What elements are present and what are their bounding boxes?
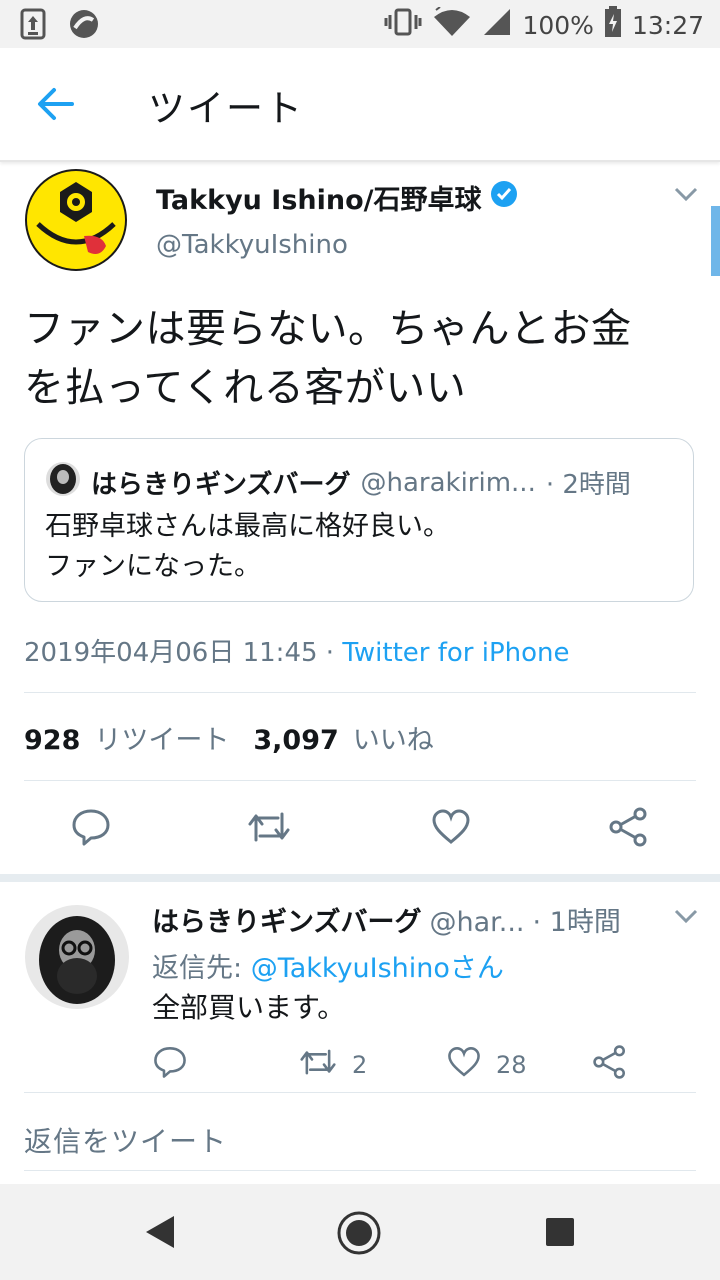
like-heart-icon[interactable] [430,806,472,852]
quoted-avatar [45,461,81,504]
divider [24,692,696,693]
reply-to: 返信先: @TakkyuIshinoさん [152,946,504,985]
retweet-icon[interactable] [298,1044,338,1086]
reply-to-mention[interactable]: @TakkyuIshinoさん [251,953,504,984]
chevron-down-icon[interactable] [672,184,700,208]
source-link[interactable]: Twitter for iPhone [342,638,569,668]
app-header: ツイート [0,48,720,162]
tweet-timestamp: 2019年04月06日 11:45 · Twitter for iPhone [24,632,570,669]
battery-icon [604,6,622,44]
reply-to-prefix: 返信先: [152,953,251,984]
quoted-handle: @harakirim... [360,467,536,498]
quoted-name: はらきりギンズバーグ [91,470,351,500]
upload-notification-icon [20,8,46,44]
reply-author-name[interactable]: はらきりギンズバーグ [152,900,421,939]
reply-retweet-button[interactable]: 2 [298,1044,367,1086]
share-icon[interactable] [608,806,650,852]
like-label[interactable]: いいね [353,718,434,757]
reply-time: · 1時間 [532,907,621,938]
author-name-row[interactable]: Takkyu Ishino/石野卓球 [156,178,518,217]
nav-back-icon[interactable] [140,1212,180,1256]
author-avatar[interactable] [24,168,128,272]
nav-home-icon[interactable] [336,1210,382,1260]
quoted-tweet[interactable]: はらきりギンズバーグ @harakirim... · 2時間 石野卓球さんは最高… [24,438,694,602]
tweet-text: ファンは要らない。ちゃんとお金 を払ってくれる客がいい [24,300,704,418]
quoted-tweet-header: はらきりギンズバーグ @harakirim... · 2時間 [45,461,631,504]
divider [24,1092,696,1093]
status-bar: 100% 13:27 [0,0,720,48]
retweet-count[interactable]: 928 [24,725,80,756]
app-notification-icon [68,8,100,44]
chevron-down-icon[interactable] [672,906,700,930]
like-heart-icon[interactable] [446,1044,482,1086]
divider [24,1170,696,1171]
reply-like-button[interactable]: 28 [446,1044,527,1086]
quoted-text: 石野卓球さんは最高に格好良い。 ファンになった。 [45,507,675,587]
reply-share-button[interactable] [592,1044,628,1086]
timestamp-text: 2019年04月06日 11:45 · [24,638,343,668]
share-icon[interactable] [592,1044,628,1086]
like-count[interactable]: 3,097 [253,725,338,756]
section-separator [0,874,720,882]
retweet-icon[interactable] [246,806,292,852]
signal-icon [482,7,512,43]
retweet-label[interactable]: リツイート [94,718,229,757]
nav-recents-icon[interactable] [544,1216,576,1252]
author-handle[interactable]: @TakkyuIshino [156,230,348,260]
navigation-bar [0,1184,720,1280]
battery-percent: 100% [522,10,594,40]
reply-like-count: 28 [496,1051,527,1079]
reply-header: はらきりギンズバーグ @har... · 1時間 [152,900,621,939]
reply-icon[interactable] [70,806,112,852]
reply-author-avatar[interactable] [24,904,130,1010]
quoted-text-line-2: ファンになった。 [45,551,261,582]
back-arrow-icon[interactable] [34,84,78,124]
tweet-text-line-2: を払ってくれる客がいい [24,365,467,411]
reply-author-handle[interactable]: @har... [429,907,524,938]
verified-badge-icon [490,180,518,215]
engagement-stats: 928 リツイート 3,097 いいね [24,718,444,757]
clock: 13:27 [631,10,704,40]
divider [24,780,696,781]
reply-text: 全部買います。 [152,991,346,1024]
tweet-text-line-1: ファンは要らない。ちゃんとお金 [24,306,632,352]
reply-icon[interactable] [152,1044,188,1086]
reply-retweet-count: 2 [352,1051,368,1079]
quoted-text-line-1: 石野卓球さんは最高に格好良い。 [45,511,450,542]
vibrate-icon [384,7,422,43]
author-name[interactable]: Takkyu Ishino/石野卓球 [156,178,482,217]
quoted-time: · 2時間 [545,470,631,500]
scroll-indicator[interactable] [711,206,720,276]
page-title: ツイート [148,87,304,130]
reply-reply-button[interactable] [152,1044,188,1086]
reply-compose-field[interactable]: 返信をツイート [24,1120,227,1160]
wifi-icon [432,6,472,43]
